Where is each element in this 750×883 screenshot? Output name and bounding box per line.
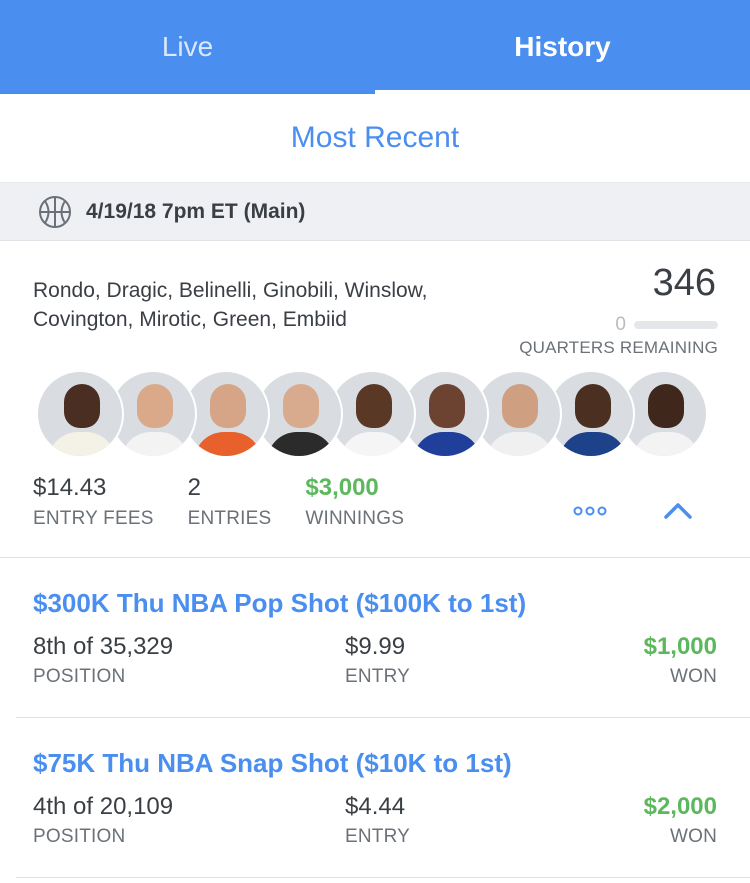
position-value: 8th of 35,329 (33, 633, 174, 660)
player-jersey (121, 432, 189, 456)
contest-entry: $4.44 ENTRY (345, 793, 410, 848)
player-head (137, 384, 173, 428)
quarters-remaining-row: 0 (615, 314, 718, 336)
won-label: WON (669, 826, 717, 847)
winnings-label: WINNINGS (305, 508, 405, 529)
lineup-stats: $14.43 ENTRY FEES 2 ENTRIES $3,000 WINNI… (33, 474, 438, 530)
won-value: $1,000 (643, 633, 717, 660)
stat-entry-fees: $14.43 ENTRY FEES (33, 474, 154, 530)
quarters-remaining-value: 0 (615, 314, 626, 335)
tab-live[interactable]: Live (0, 0, 375, 94)
position-value: 4th of 20,109 (33, 793, 174, 820)
player-head (210, 384, 246, 428)
player-jersey (48, 432, 116, 456)
slate-header: 4/19/18 7pm ET (Main) (0, 183, 750, 241)
player-jersey (340, 432, 408, 456)
contest-title[interactable]: $300K Thu NBA Pop Shot ($100K to 1st) (33, 588, 526, 619)
tab-bar: Live History (0, 0, 750, 94)
player-jersey (632, 432, 700, 456)
contest-row[interactable]: $75K Thu NBA Snap Shot ($10K to 1st) 4th… (0, 718, 750, 878)
player-head (648, 384, 684, 428)
entries-value: 2 (187, 474, 201, 501)
entry-label: ENTRY (345, 826, 411, 847)
won-value: $2,000 (643, 793, 717, 820)
quarters-remaining-label: QUARTERS REMAINING (519, 338, 718, 357)
row-divider (16, 877, 750, 878)
stat-winnings: $3,000 WINNINGS (305, 474, 404, 530)
winnings-value: $3,000 (305, 474, 379, 501)
contest-row[interactable]: $300K Thu NBA Pop Shot ($100K to 1st) 8t… (0, 558, 750, 718)
player-jersey (267, 432, 335, 456)
entry-fees-value: $14.43 (33, 474, 107, 501)
contest-title[interactable]: $75K Thu NBA Snap Shot ($10K to 1st) (33, 748, 512, 779)
lineup-score: 346 (652, 262, 716, 304)
basketball-icon (39, 195, 71, 228)
contest-won: $1,000 WON (644, 633, 717, 688)
position-label: POSITION (33, 826, 126, 847)
player-head (502, 384, 538, 428)
entry-value: $4.44 (345, 793, 406, 820)
lineup-card[interactable]: Rondo, Dragic, Belinelli, Ginobili, Wins… (0, 242, 750, 558)
player-head (356, 384, 392, 428)
sort-selector[interactable]: Most Recent (0, 94, 750, 183)
players-line-1: Rondo, Dragic, Belinelli, Ginobili, Wins… (33, 279, 428, 302)
player-head (283, 384, 319, 428)
entry-value: $9.99 (345, 633, 406, 660)
sort-label[interactable]: Most Recent (291, 121, 459, 155)
contest-position: 8th of 35,329 POSITION (33, 633, 173, 688)
entries-label: ENTRIES (187, 508, 272, 529)
player-avatar-rondo[interactable] (36, 370, 124, 458)
contest-entry: $9.99 ENTRY (345, 633, 410, 688)
player-jersey (194, 432, 262, 456)
player-jersey (486, 432, 554, 456)
player-head (64, 384, 100, 428)
player-avatars (36, 370, 716, 460)
quarters-remaining-bar (634, 321, 718, 329)
player-head (575, 384, 611, 428)
won-label: WON (669, 666, 717, 687)
lineup-player-names: Rondo, Dragic, Belinelli, Ginobili, Wins… (33, 276, 503, 334)
slate-title: 4/19/18 7pm ET (Main) (86, 199, 306, 223)
more-options-icon[interactable] (573, 504, 607, 518)
players-line-2: Covington, Mirotic, Green, Embiid (33, 308, 347, 331)
contest-position: 4th of 20,109 POSITION (33, 793, 173, 848)
stat-entries: 2 ENTRIES (188, 474, 272, 530)
tab-history[interactable]: History (375, 0, 750, 94)
entry-fees-label: ENTRY FEES (33, 508, 154, 529)
contest-won: $2,000 WON (644, 793, 717, 848)
player-jersey (559, 432, 627, 456)
player-head (429, 384, 465, 428)
entry-label: ENTRY (345, 666, 411, 687)
player-jersey (413, 432, 481, 456)
chevron-up-icon[interactable] (662, 500, 694, 522)
position-label: POSITION (33, 666, 126, 687)
